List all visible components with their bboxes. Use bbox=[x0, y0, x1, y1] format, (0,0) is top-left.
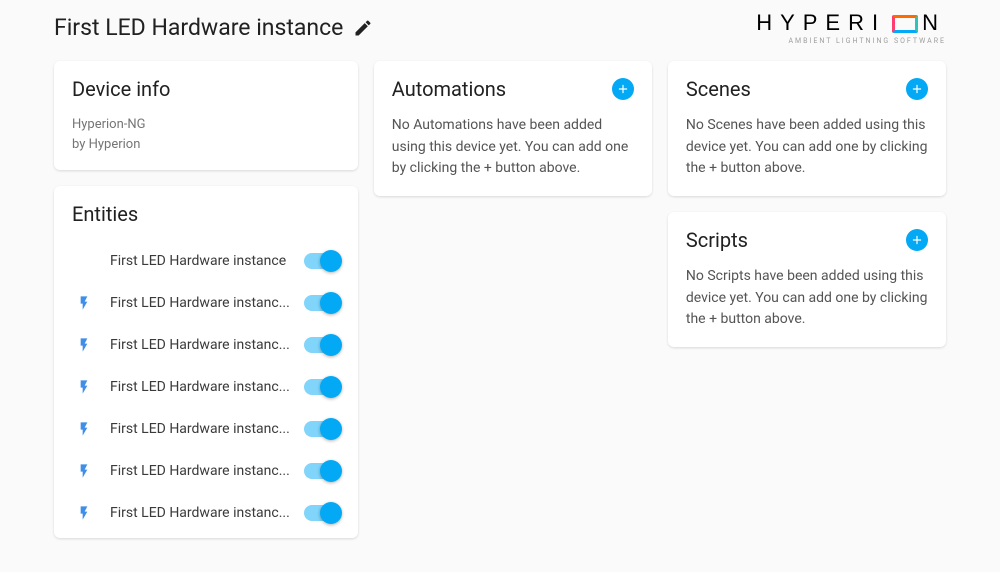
scripts-title: Scripts bbox=[686, 228, 748, 252]
device-info-title: Device info bbox=[72, 77, 340, 101]
device-info-line2: by Hyperion bbox=[72, 135, 340, 155]
entity-row[interactable]: First LED Hardware instanc... bbox=[72, 450, 340, 492]
bolt-icon bbox=[72, 421, 96, 437]
entity-toggle[interactable] bbox=[304, 253, 340, 269]
logo-text-after: N bbox=[922, 10, 946, 36]
add-scene-button[interactable] bbox=[906, 78, 928, 100]
entity-label: First LED Hardware instanc... bbox=[110, 463, 290, 479]
entity-label: First LED Hardware instanc... bbox=[110, 337, 290, 353]
entity-toggle[interactable] bbox=[304, 337, 340, 353]
entity-label: First LED Hardware instanc... bbox=[110, 505, 290, 521]
entity-toggle[interactable] bbox=[304, 463, 340, 479]
brand-logo: HYPERI N AMBIENT LIGHTNING SOFTWARE bbox=[756, 10, 946, 45]
scenes-body: No Scenes have been added using this dev… bbox=[686, 115, 928, 180]
page-title: First LED Hardware instance bbox=[54, 14, 343, 41]
entity-label: First LED Hardware instanc... bbox=[110, 421, 290, 437]
entity-row[interactable]: First LED Hardware instance bbox=[72, 240, 340, 282]
automations-card: Automations No Automations have been add… bbox=[374, 61, 652, 196]
entity-label: First LED Hardware instanc... bbox=[110, 295, 290, 311]
entity-toggle[interactable] bbox=[304, 295, 340, 311]
entity-toggle[interactable] bbox=[304, 505, 340, 521]
logo-o-icon bbox=[892, 15, 918, 33]
header: First LED Hardware instance HYPERI N AMB… bbox=[54, 0, 946, 45]
bolt-icon bbox=[72, 295, 96, 311]
entities-card: Entities First LED Hardware instance Firs… bbox=[54, 186, 358, 538]
automations-title: Automations bbox=[392, 77, 506, 101]
entity-row[interactable]: First LED Hardware instanc... bbox=[72, 282, 340, 324]
entity-row[interactable]: First LED Hardware instanc... bbox=[72, 492, 340, 534]
automations-body: No Automations have been added using thi… bbox=[392, 115, 634, 180]
edit-icon[interactable] bbox=[353, 18, 373, 38]
add-script-button[interactable] bbox=[906, 229, 928, 251]
bolt-icon bbox=[72, 379, 96, 395]
entity-row[interactable]: First LED Hardware instanc... bbox=[72, 408, 340, 450]
device-info-card: Device info Hyperion-NG by Hyperion bbox=[54, 61, 358, 170]
bolt-icon bbox=[72, 337, 96, 353]
add-automation-button[interactable] bbox=[612, 78, 634, 100]
bolt-icon bbox=[72, 463, 96, 479]
entity-row[interactable]: First LED Hardware instanc... bbox=[72, 324, 340, 366]
scenes-title: Scenes bbox=[686, 77, 751, 101]
device-info-line1: Hyperion-NG bbox=[72, 115, 340, 135]
bolt-icon bbox=[72, 505, 96, 521]
logo-text-before: HYPERI bbox=[756, 10, 886, 36]
logo-subtitle: AMBIENT LIGHTNING SOFTWARE bbox=[756, 37, 946, 45]
entity-toggle[interactable] bbox=[304, 421, 340, 437]
scenes-card: Scenes No Scenes have been added using t… bbox=[668, 61, 946, 196]
entity-row[interactable]: First LED Hardware instanc... bbox=[72, 366, 340, 408]
entity-label: First LED Hardware instance bbox=[110, 253, 290, 269]
scripts-body: No Scripts have been added using this de… bbox=[686, 266, 928, 331]
entity-label: First LED Hardware instanc... bbox=[110, 379, 290, 395]
entities-title: Entities bbox=[72, 202, 340, 226]
entity-toggle[interactable] bbox=[304, 379, 340, 395]
scripts-card: Scripts No Scripts have been added using… bbox=[668, 212, 946, 347]
